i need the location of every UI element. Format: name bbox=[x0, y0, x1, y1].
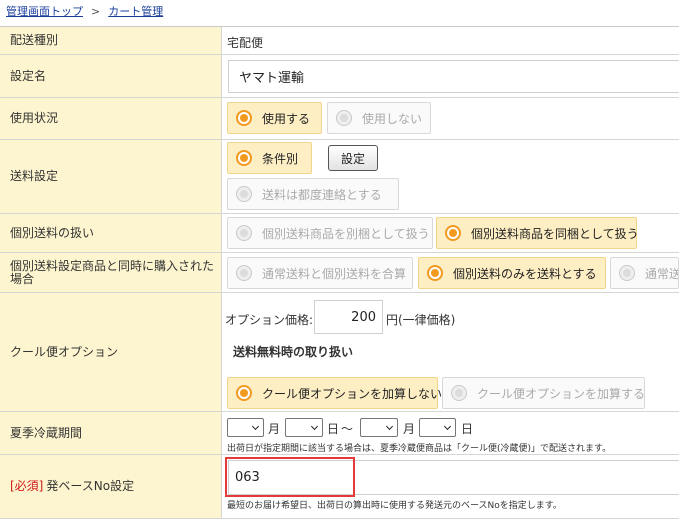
cool-option-price-input[interactable]: 200 bbox=[314, 300, 383, 334]
shipping-type-value: 宅配便 bbox=[227, 36, 264, 50]
period-tilde: ～ bbox=[341, 422, 354, 436]
cool-option-radio-add[interactable]: クール便オプションを加算する bbox=[442, 377, 645, 409]
start-month-unit: 月 bbox=[268, 422, 281, 436]
combined-purchase-radio-normal-only[interactable]: 通常送 bbox=[610, 257, 679, 289]
individual-fee-option-separate: 個別送料商品を別梱として扱う bbox=[262, 226, 430, 241]
start-day-select[interactable] bbox=[285, 418, 323, 437]
start-day-unit: 日 bbox=[327, 422, 340, 436]
origin-base-label-cell: [必須] 発ベースNo設定 bbox=[0, 455, 222, 518]
usage-label: 使用状況 bbox=[0, 98, 222, 139]
summer-period-note: 出荷日が指定期間に該当する場合は、夏季冷蔵便商品は「クール便(冷蔵便)」で配送さ… bbox=[227, 444, 612, 454]
usage-option-use: 使用する bbox=[262, 111, 311, 126]
summer-period-label: 夏季冷蔵期間 bbox=[0, 412, 222, 454]
usage-radio-use[interactable]: 使用する bbox=[227, 102, 322, 134]
row-usage: 使用状況 使用する 使用しない bbox=[0, 98, 679, 140]
radio-unselected-icon bbox=[619, 265, 635, 281]
row-origin-base: [必須] 発ベースNo設定 063 最短のお届け希望日、出荷日の算出時に使用する… bbox=[0, 455, 679, 519]
breadcrumb: 管理画面トップ > カート管理 bbox=[0, 0, 679, 26]
radio-selected-icon bbox=[445, 225, 461, 241]
row-shipping-type: 配送種別 宅配便 bbox=[0, 27, 679, 55]
usage-option-not-use: 使用しない bbox=[362, 111, 423, 126]
cool-option-price-unit: 円(一律価格) bbox=[386, 313, 456, 327]
shipping-fee-settings-button[interactable]: 設定 bbox=[328, 145, 378, 171]
radio-unselected-icon bbox=[236, 225, 252, 241]
cool-option-option-add: クール便オプションを加算する bbox=[477, 386, 646, 401]
setting-name-input[interactable]: ヤマト運輸 bbox=[228, 60, 679, 93]
row-shipping-fee: 送料設定 条件別 設定 送料は都度連絡とする bbox=[0, 140, 679, 214]
breadcrumb-separator: > bbox=[91, 5, 101, 18]
shipping-fee-radio-contact[interactable]: 送料は都度連絡とする bbox=[227, 178, 399, 210]
shipping-fee-label: 送料設定 bbox=[0, 140, 222, 213]
cool-option-free-heading: 送料無料時の取り扱い bbox=[233, 345, 354, 359]
row-individual-fee: 個別送料の扱い 個別送料商品を別梱として扱う 個別送料商品を同梱として扱う bbox=[0, 214, 679, 253]
combined-purchase-option-individual-only: 個別送料のみを送料とする bbox=[453, 266, 597, 281]
shipping-type-label: 配送種別 bbox=[0, 27, 222, 54]
breadcrumb-current-link[interactable]: カート管理 bbox=[108, 5, 163, 18]
required-badge: [必須] bbox=[10, 479, 44, 493]
individual-fee-radio-separate[interactable]: 個別送料商品を別梱として扱う bbox=[227, 217, 433, 249]
setting-name-label: 設定名 bbox=[0, 55, 222, 97]
radio-unselected-icon bbox=[451, 385, 467, 401]
row-summer-period: 夏季冷蔵期間 月 日 ～ 月 日 出荷日が指定期間に該当する場合は、夏季冷蔵便商… bbox=[0, 412, 679, 455]
combined-purchase-radio-individual-only[interactable]: 個別送料のみを送料とする bbox=[418, 257, 606, 289]
cool-option-label: クール便オプション bbox=[0, 293, 222, 411]
individual-fee-label: 個別送料の扱い bbox=[0, 214, 222, 252]
radio-unselected-icon bbox=[236, 186, 252, 202]
end-month-select[interactable] bbox=[360, 418, 398, 437]
row-setting-name: 設定名 ヤマト運輸 bbox=[0, 55, 679, 98]
origin-base-note: 最短のお届け希望日、出荷日の算出時に使用する発送元のベースNoを指定します。 bbox=[227, 501, 562, 511]
individual-fee-radio-same[interactable]: 個別送料商品を同梱として扱う bbox=[436, 217, 639, 249]
origin-base-label: 発ベースNo設定 bbox=[46, 479, 135, 493]
combined-purchase-label: 個別送料設定商品と同時に購入された場合 bbox=[0, 253, 222, 292]
cool-option-option-not-add: クール便オプションを加算しない bbox=[262, 386, 443, 401]
end-day-unit: 日 bbox=[461, 422, 474, 436]
breadcrumb-home-link[interactable]: 管理画面トップ bbox=[6, 5, 83, 18]
combined-purchase-radio-sum[interactable]: 通常送料と個別送料を合算 bbox=[227, 257, 413, 289]
shipping-fee-option-conditional: 条件別 bbox=[262, 151, 299, 166]
radio-selected-icon bbox=[236, 150, 252, 166]
radio-selected-icon bbox=[236, 385, 252, 401]
highlight-box bbox=[225, 457, 355, 497]
individual-fee-option-same: 個別送料商品を同梱として扱う bbox=[471, 226, 639, 241]
cool-option-price-label: オプション価格: bbox=[225, 313, 314, 327]
combined-purchase-option-normal-only: 通常送 bbox=[645, 266, 679, 281]
row-combined-purchase: 個別送料設定商品と同時に購入された場合 通常送料と個別送料を合算 個別送料のみを… bbox=[0, 253, 679, 293]
shipping-fee-option-contact: 送料は都度連絡とする bbox=[262, 187, 382, 202]
cool-option-radio-not-add[interactable]: クール便オプションを加算しない bbox=[227, 377, 442, 409]
shipping-fee-radio-conditional[interactable]: 条件別 bbox=[227, 142, 312, 174]
start-month-select[interactable] bbox=[227, 418, 264, 437]
radio-unselected-icon bbox=[236, 265, 252, 281]
row-cool-option: クール便オプション オプション価格: 200 円(一律価格) 送料無料時の取り扱… bbox=[0, 293, 679, 412]
radio-selected-icon bbox=[236, 110, 252, 126]
usage-radio-not-use[interactable]: 使用しない bbox=[327, 102, 431, 134]
radio-unselected-icon bbox=[336, 110, 352, 126]
end-day-select[interactable] bbox=[419, 418, 456, 437]
combined-purchase-option-sum: 通常送料と個別送料を合算 bbox=[262, 266, 407, 281]
settings-form: 配送種別 宅配便 設定名 ヤマト運輸 使用状況 使用する 使用しない 送料設定 bbox=[0, 26, 679, 520]
end-month-unit: 月 bbox=[403, 422, 416, 436]
radio-selected-icon bbox=[427, 265, 443, 281]
